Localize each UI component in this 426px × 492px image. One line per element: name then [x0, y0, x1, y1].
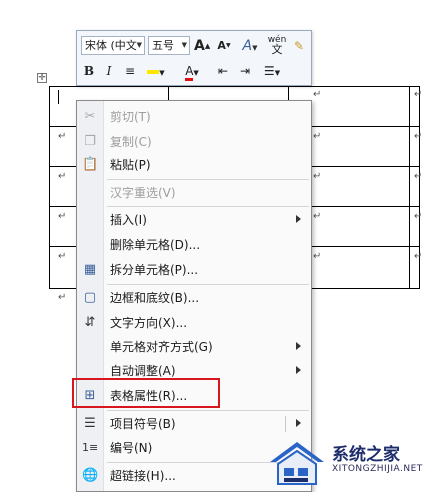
bold-button[interactable]: B: [81, 62, 97, 80]
paragraph-mark: ↵: [414, 131, 423, 142]
menu-item-copy[interactable]: ❐ 复制(C): [77, 130, 311, 154]
menu-item-label: 复制(C): [110, 135, 152, 149]
menu-item-reconversion[interactable]: 汉字重选(V): [77, 181, 311, 205]
paragraph-mark: ↵: [58, 131, 67, 142]
grow-font-button[interactable]: A▲: [194, 37, 210, 55]
highlighter-icon: [147, 69, 160, 74]
paragraph-mark: ↵: [58, 171, 67, 182]
align-center-icon: ≡: [124, 64, 136, 78]
menu-item-delete-cells[interactable]: 删除单元格(D)...: [77, 233, 311, 257]
paragraph-mark: ↵: [414, 251, 423, 262]
house-logo-icon: [270, 442, 324, 485]
shrink-font-icon: A: [217, 39, 226, 52]
watermark-site-url: XITONGZHIJIA.NET: [332, 464, 423, 474]
menu-item-paste[interactable]: 📋 粘贴(P): [77, 153, 311, 177]
menu-item-label: 单元格对齐方式(G): [110, 340, 213, 354]
paragraph-mark: ↵: [313, 89, 322, 100]
menu-item-label: 项目符号(B): [110, 417, 176, 431]
menu-item-cell-alignment[interactable]: 单元格对齐方式(G): [77, 335, 311, 359]
hyperlink-icon: 🌐: [82, 468, 99, 483]
chevron-down-icon: ▼: [181, 41, 187, 49]
site-watermark: 系统之家 XITONGZHIJIA.NET: [266, 436, 426, 492]
font-name-value: 宋体 (中文: [85, 39, 137, 52]
paragraph-mark: ↵: [313, 211, 322, 222]
font-size-dropdown[interactable]: 五号 ▼: [148, 36, 190, 55]
scissors-icon: ✂: [84, 109, 96, 124]
menu-item-borders-shading[interactable]: ▢ 边框和底纹(B)...: [77, 286, 311, 310]
menu-item-label: 汉字重选(V): [110, 186, 176, 200]
paragraph-mark: ↵: [313, 251, 322, 262]
paragraph-mark: ↵: [58, 292, 67, 303]
paragraph-mark: ↵: [414, 211, 423, 222]
italic-icon: I: [106, 64, 112, 78]
menu-separator: [107, 206, 309, 207]
grow-font-icon: A: [194, 38, 205, 54]
menu-item-insert[interactable]: 插入(I): [77, 208, 311, 232]
watermark-site-name: 系统之家: [332, 445, 400, 465]
bullets-button[interactable]: ☰▼: [259, 62, 285, 80]
menu-item-label: 文字方向(X)...: [110, 316, 188, 330]
menu-separator: [107, 284, 309, 285]
submenu-arrow-icon: [296, 215, 301, 223]
paragraph-mark: ↵: [58, 211, 67, 222]
decrease-indent-icon: ⇤: [217, 64, 229, 78]
styles-button[interactable]: A▼: [239, 37, 261, 55]
bullets-icon: ☰: [84, 416, 96, 431]
split-button-divider: [285, 416, 286, 432]
borders-icon: ▢: [83, 290, 97, 305]
submenu-arrow-icon: [296, 342, 301, 350]
context-menu: ✂ 剪切(T) ❐ 复制(C) 📋 粘贴(P) 汉字重选(V) 插入(I) 删除…: [76, 100, 312, 492]
paragraph-mark: ↵: [313, 171, 322, 182]
decrease-indent-button[interactable]: ⇤: [215, 62, 231, 80]
chevron-down-icon: ▼: [136, 41, 142, 49]
menu-separator: [107, 179, 309, 180]
increase-indent-button[interactable]: ⇥: [237, 62, 253, 80]
menu-separator: [107, 410, 309, 411]
font-size-value: 五号: [152, 39, 174, 52]
table-move-handle-icon[interactable]: ✛: [37, 73, 47, 83]
copy-icon: ❐: [84, 134, 96, 149]
menu-item-label: 剪切(T): [110, 110, 151, 124]
shrink-font-button[interactable]: A▼: [216, 37, 232, 55]
menu-item-label: 超链接(H)...: [110, 469, 176, 483]
text-caret: [58, 90, 59, 104]
split-cells-icon: ▦: [83, 262, 97, 277]
highlight-annotation-box: [72, 378, 220, 408]
menu-item-label: 粘贴(P): [110, 158, 151, 172]
font-color-button[interactable]: A▼: [179, 62, 205, 81]
highlight-button[interactable]: ▼: [143, 62, 169, 80]
numbering-icon: 1≡: [82, 441, 99, 454]
mini-toolbar: 宋体 (中文 ▼ 五号 ▼ A▲ A▼ A▼ wén 文 ✎ B I ≡ ▼ A▼…: [76, 30, 312, 86]
paragraph-mark: ↵: [414, 171, 423, 182]
paragraph-mark: ↵: [414, 89, 423, 100]
menu-item-text-direction[interactable]: ⇵ 文字方向(X)...: [77, 311, 311, 335]
paragraph-mark: ↵: [58, 251, 67, 262]
brush-icon: ✎: [293, 39, 305, 53]
text-direction-icon: ⇵: [84, 315, 96, 330]
paragraph-mark: ↵: [313, 131, 322, 142]
menu-item-label: 编号(N): [110, 441, 153, 455]
menu-item-label: 删除单元格(D)...: [110, 238, 201, 252]
bold-icon: B: [83, 64, 95, 78]
submenu-arrow-icon: [296, 419, 301, 427]
font-name-dropdown[interactable]: 宋体 (中文 ▼: [81, 36, 145, 55]
menu-item-cut[interactable]: ✂ 剪切(T): [77, 105, 311, 129]
menu-item-split-cells[interactable]: ▦ 拆分单元格(P)...: [77, 258, 311, 282]
menu-item-label: 自动调整(A): [110, 364, 176, 378]
menu-item-label: 插入(I): [110, 213, 147, 227]
italic-button[interactable]: I: [101, 62, 117, 80]
bullets-icon: ☰: [263, 64, 275, 78]
increase-indent-icon: ⇥: [239, 64, 251, 78]
submenu-arrow-icon: [296, 366, 301, 374]
format-painter-button[interactable]: ✎: [291, 37, 307, 55]
paste-icon: 📋: [82, 157, 99, 172]
center-align-button[interactable]: ≡: [122, 62, 138, 80]
menu-item-label: 拆分单元格(P)...: [110, 263, 199, 277]
styles-icon: A: [242, 38, 253, 54]
menu-item-label: 边框和底纹(B)...: [110, 291, 200, 305]
phonetic-guide-button[interactable]: wén 文: [267, 35, 287, 55]
menu-item-bullets[interactable]: ☰ 项目符号(B): [77, 412, 311, 436]
